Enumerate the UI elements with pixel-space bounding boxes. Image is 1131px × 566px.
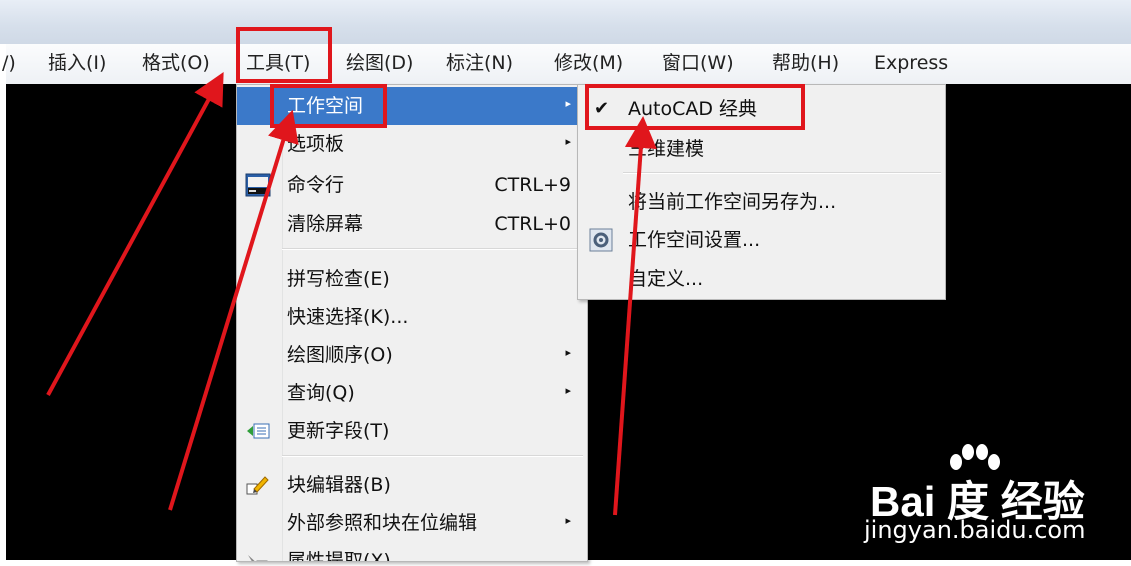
- arrow-to-tools-menu: [46, 71, 224, 396]
- watermark-url: jingyan.baidu.com: [864, 516, 1086, 544]
- baidu-jingyan-watermark: Bai 度 经验 jingyan.baidu.com: [852, 440, 1122, 550]
- screenshot-frame: /) 插入(I) 格式(O) 工具(T) 绘图(D) 标注(N) 修改(M) 窗…: [0, 0, 1131, 566]
- arrow-to-autocad-classic: [613, 116, 657, 516]
- arrow-to-workspace-item: [168, 109, 299, 511]
